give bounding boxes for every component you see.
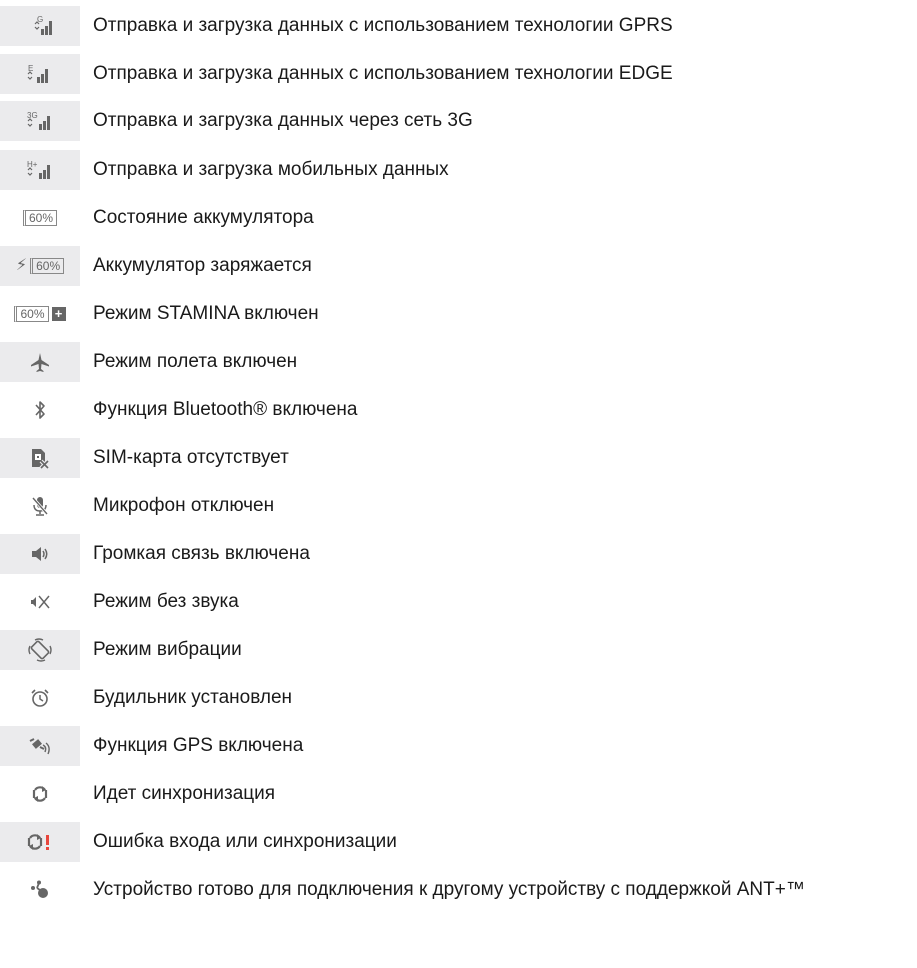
list-item: Ошибка входа или синхронизации (0, 822, 917, 862)
list-item-label: Микрофон отключен (93, 495, 275, 516)
svg-text:E: E (28, 64, 33, 73)
battery-charging-icon: ⚡ 60% (0, 246, 80, 286)
list-item-label: Ошибка входа или синхронизации (93, 831, 397, 852)
list-item-label: Функция Bluetooth® включена (93, 399, 358, 420)
list-item: Функция Bluetooth® включена (0, 390, 917, 430)
list-item-label: Будильник установлен (93, 687, 293, 708)
sync-error-icon (0, 822, 80, 862)
speaker-icon (0, 534, 80, 574)
list-item: 60% Состояние аккумулятора (0, 198, 917, 238)
list-item-label: Аккумулятор заряжается (93, 255, 312, 276)
alarm-icon (0, 678, 80, 718)
list-item-label: Устройство готово для подключения к друг… (93, 879, 805, 900)
list-item-label: Функция GPS включена (93, 735, 304, 756)
edge-signal-icon: E (0, 54, 80, 94)
list-item-label: Режим без звука (93, 591, 239, 612)
mic-muted-icon (0, 486, 80, 526)
list-item: SIM-карта отсутствует (0, 438, 917, 478)
silent-mode-icon (0, 582, 80, 622)
list-item-label: Состояние аккумулятора (93, 207, 314, 228)
list-item-label: Режим полета включен (93, 351, 298, 372)
list-item-label: Отправка и загрузка данных с использован… (93, 15, 673, 36)
list-item-label: Громкая связь включена (93, 543, 310, 564)
list-item-label: Режим вибрации (93, 639, 242, 660)
list-item-label: Отправка и загрузка мобильных данных (93, 159, 449, 180)
stamina-plus-icon: + (51, 307, 66, 321)
list-item-label: Отправка и загрузка данных через сеть 3G (93, 110, 473, 131)
list-item-label: Идет синхронизация (93, 783, 276, 804)
list-item: G Отправка и загрузка данных с использов… (0, 6, 917, 46)
list-item: Будильник установлен (0, 678, 917, 718)
list-item: H+ Отправка и загрузка мобильных данных (0, 150, 917, 190)
hplus-signal-icon: H+ (0, 150, 80, 190)
gps-icon (0, 726, 80, 766)
list-item: E Отправка и загрузка данных с использов… (0, 54, 917, 94)
battery-level-badge: 60% (22, 210, 58, 226)
list-item: Устройство готово для подключения к друг… (0, 870, 917, 910)
list-item-label: Режим STAMINA включен (93, 303, 319, 324)
sync-icon (0, 774, 80, 814)
list-item: 3G Отправка и загрузка данных через сеть… (0, 101, 917, 141)
battery-level-badge: 60% (14, 306, 49, 322)
list-item: Функция GPS включена (0, 726, 917, 766)
no-sim-icon (0, 438, 80, 478)
list-item-label: Отправка и загрузка данных с использован… (93, 63, 673, 84)
list-item: ⚡ 60% Аккумулятор заряжается (0, 246, 917, 286)
svg-text:3G: 3G (27, 111, 38, 120)
bluetooth-icon (0, 390, 80, 430)
airplane-icon (0, 342, 80, 382)
list-item-label: SIM-карта отсутствует (93, 447, 289, 468)
battery-level-badge: 60% (30, 258, 65, 274)
3g-signal-icon: 3G (0, 101, 80, 141)
stamina-battery-icon: 60% + (0, 294, 80, 334)
list-item: Режим вибрации (0, 630, 917, 670)
list-item: Режим полета включен (0, 342, 917, 382)
list-item: Режим без звука (0, 582, 917, 622)
gprs-signal-icon: G (0, 6, 80, 46)
lightning-bolt-icon: ⚡ (15, 257, 28, 274)
list-item: 60% + Режим STAMINA включен (0, 294, 917, 334)
list-item: Микрофон отключен (0, 486, 917, 526)
svg-text:H+: H+ (27, 160, 38, 169)
ant-plus-icon (0, 870, 80, 910)
vibrate-icon (0, 630, 80, 670)
list-item: Идет синхронизация (0, 774, 917, 814)
list-item: Громкая связь включена (0, 534, 917, 574)
battery-icon: 60% (0, 198, 80, 238)
